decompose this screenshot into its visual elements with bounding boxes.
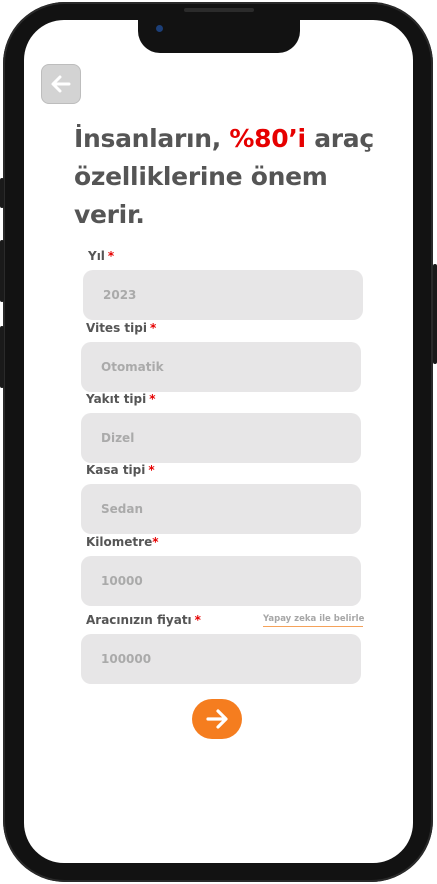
transmission-value: Otomatik [101,360,164,374]
volume-up-button [0,240,4,302]
mileage-input[interactable]: 10000 [81,556,361,606]
mileage-label: Kilometre* [86,535,159,549]
required-mark: * [149,321,157,335]
volume-down-button [0,326,4,388]
app-screen: İnsanların, %80’i araç özelliklerine öne… [24,20,413,863]
headline-text: İnsanların, [74,124,230,153]
required-mark: * [148,463,155,477]
fuel-type-value: Dizel [101,431,135,445]
next-button[interactable] [192,699,242,739]
headline-highlight: %80’i [229,124,306,153]
price-value: 100000 [101,652,152,666]
year-label: Yıl * [88,249,115,263]
year-input[interactable]: 2023 [83,270,363,320]
transmission-input[interactable]: Otomatik [81,342,361,392]
transmission-label: Vites tipi * [86,321,157,335]
speaker-grille [184,8,254,12]
camera-icon [156,25,163,32]
fuel-type-label: Yakıt tipi * [86,392,156,406]
body-type-label: Kasa tipi * [86,463,155,477]
fuel-type-input[interactable]: Dizel [81,413,361,463]
power-button [433,264,437,364]
price-label: Aracınızın fiyatı * [86,613,201,627]
required-mark: * [194,613,201,627]
mileage-value: 10000 [101,574,143,588]
body-type-value: Sedan [101,502,144,516]
back-button[interactable] [41,64,81,104]
body-type-input[interactable]: Sedan [81,484,361,534]
ai-estimate-link[interactable]: Yapay zeka ile belirle [263,614,364,627]
silent-switch [0,178,4,208]
price-input[interactable]: 100000 [81,634,361,684]
page-title: İnsanların, %80’i araç özelliklerine öne… [74,120,374,234]
year-value: 2023 [103,288,137,302]
required-mark: * [152,535,159,549]
arrow-left-icon [51,75,71,93]
arrow-right-icon [206,709,228,729]
required-mark: * [149,392,156,406]
required-mark: * [107,249,115,263]
notch [138,20,300,53]
